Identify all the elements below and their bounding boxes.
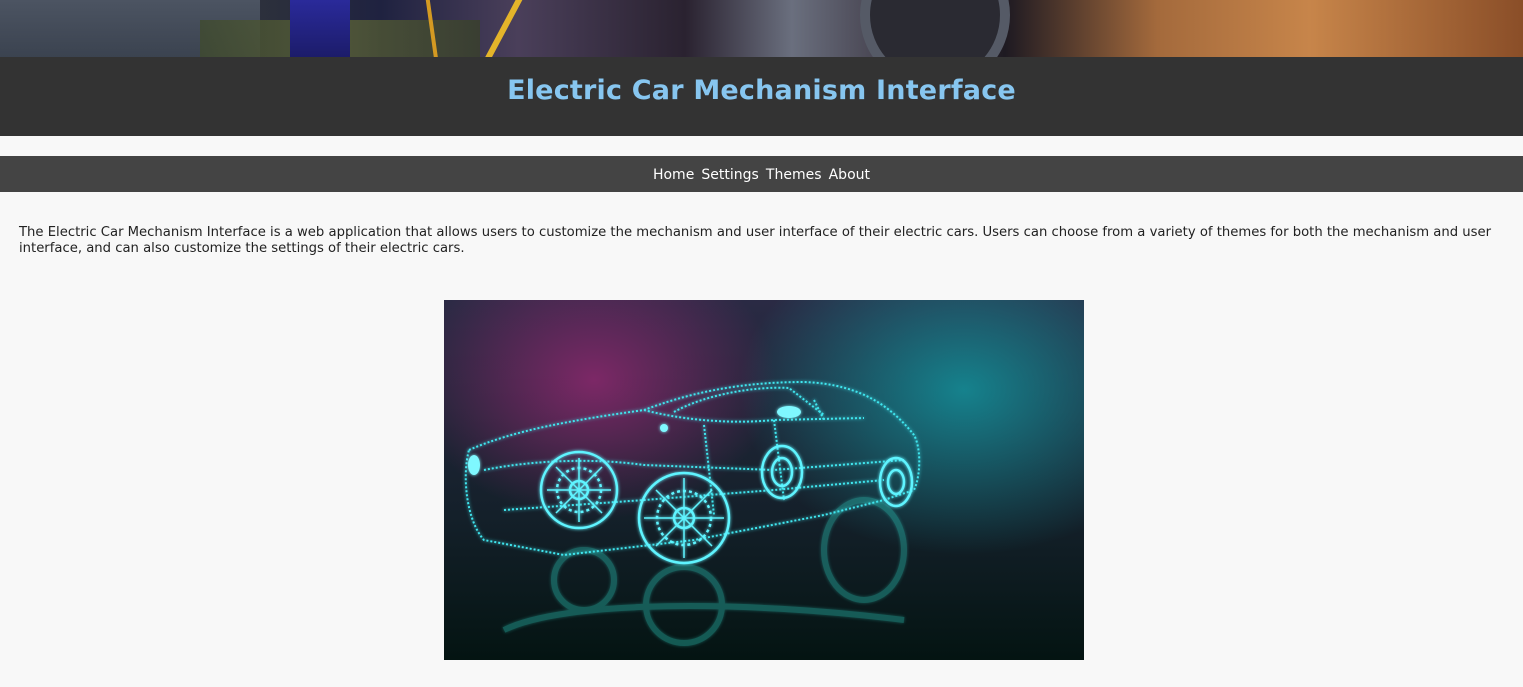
intro-paragraph: The Electric Car Mechanism Interface is … bbox=[19, 225, 1492, 256]
main-nav: Home Settings Themes About bbox=[0, 156, 1523, 192]
nav-settings-link[interactable]: Settings bbox=[701, 167, 758, 183]
site-header: Electric Car Mechanism Interface bbox=[0, 57, 1523, 136]
banner-image bbox=[0, 0, 1523, 57]
page-title: Electric Car Mechanism Interface bbox=[507, 75, 1016, 106]
nav-themes-link[interactable]: Themes bbox=[766, 167, 822, 183]
hero-car-image bbox=[444, 300, 1084, 660]
nav-home-link[interactable]: Home bbox=[653, 167, 694, 183]
nav-about-link[interactable]: About bbox=[829, 167, 870, 183]
hologram-car-graphic bbox=[464, 380, 921, 646]
